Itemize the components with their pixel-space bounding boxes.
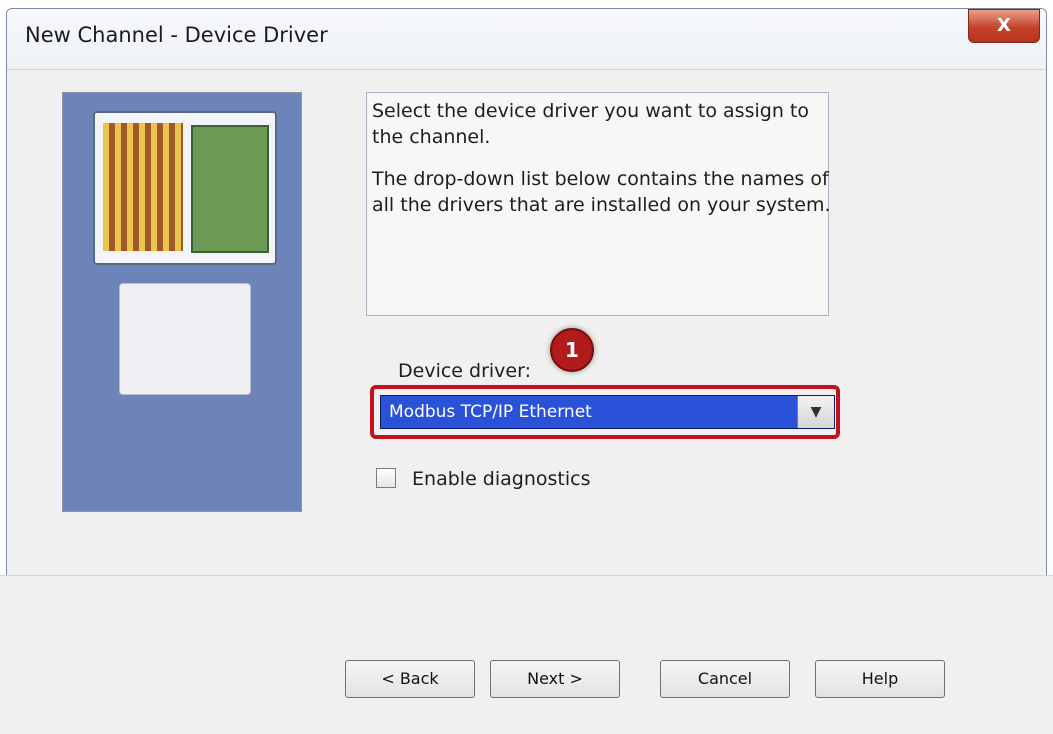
computer-device-illustration <box>62 92 302 512</box>
chart-graphic <box>103 123 183 251</box>
monitor-graphic <box>93 111 277 265</box>
cancel-button[interactable]: Cancel <box>660 660 790 698</box>
description-paragraph-1: Select the device driver you want to ass… <box>372 100 809 148</box>
enable-diagnostics-row[interactable]: Enable diagnostics <box>376 468 591 490</box>
back-button[interactable]: < Back <box>345 660 475 698</box>
description-paragraph-2: The drop-down list below contains the na… <box>372 168 831 216</box>
computer-tower-graphic <box>119 283 251 395</box>
next-button[interactable]: Next > <box>490 660 620 698</box>
enable-diagnostics-checkbox[interactable] <box>376 468 396 488</box>
close-button[interactable]: X <box>968 9 1040 43</box>
card-graphic <box>191 125 269 253</box>
device-driver-label: Device driver: <box>398 360 531 382</box>
close-icon: X <box>997 15 1011 36</box>
device-driver-selected: Modbus TCP/IP Ethernet <box>389 402 592 422</box>
step-badge: 1 <box>550 328 594 372</box>
chevron-down-icon[interactable]: ▼ <box>797 396 834 428</box>
window-title: New Channel - Device Driver <box>25 23 328 47</box>
device-driver-dropdown[interactable]: Modbus TCP/IP Ethernet ▼ <box>380 395 835 429</box>
enable-diagnostics-label: Enable diagnostics <box>412 468 591 490</box>
description-text: Select the device driver you want to ass… <box>372 98 842 234</box>
help-button[interactable]: Help <box>815 660 945 698</box>
title-bar: New Channel - Device Driver X <box>7 9 1046 70</box>
button-bar: < Back Next > Cancel Help <box>0 575 1053 734</box>
